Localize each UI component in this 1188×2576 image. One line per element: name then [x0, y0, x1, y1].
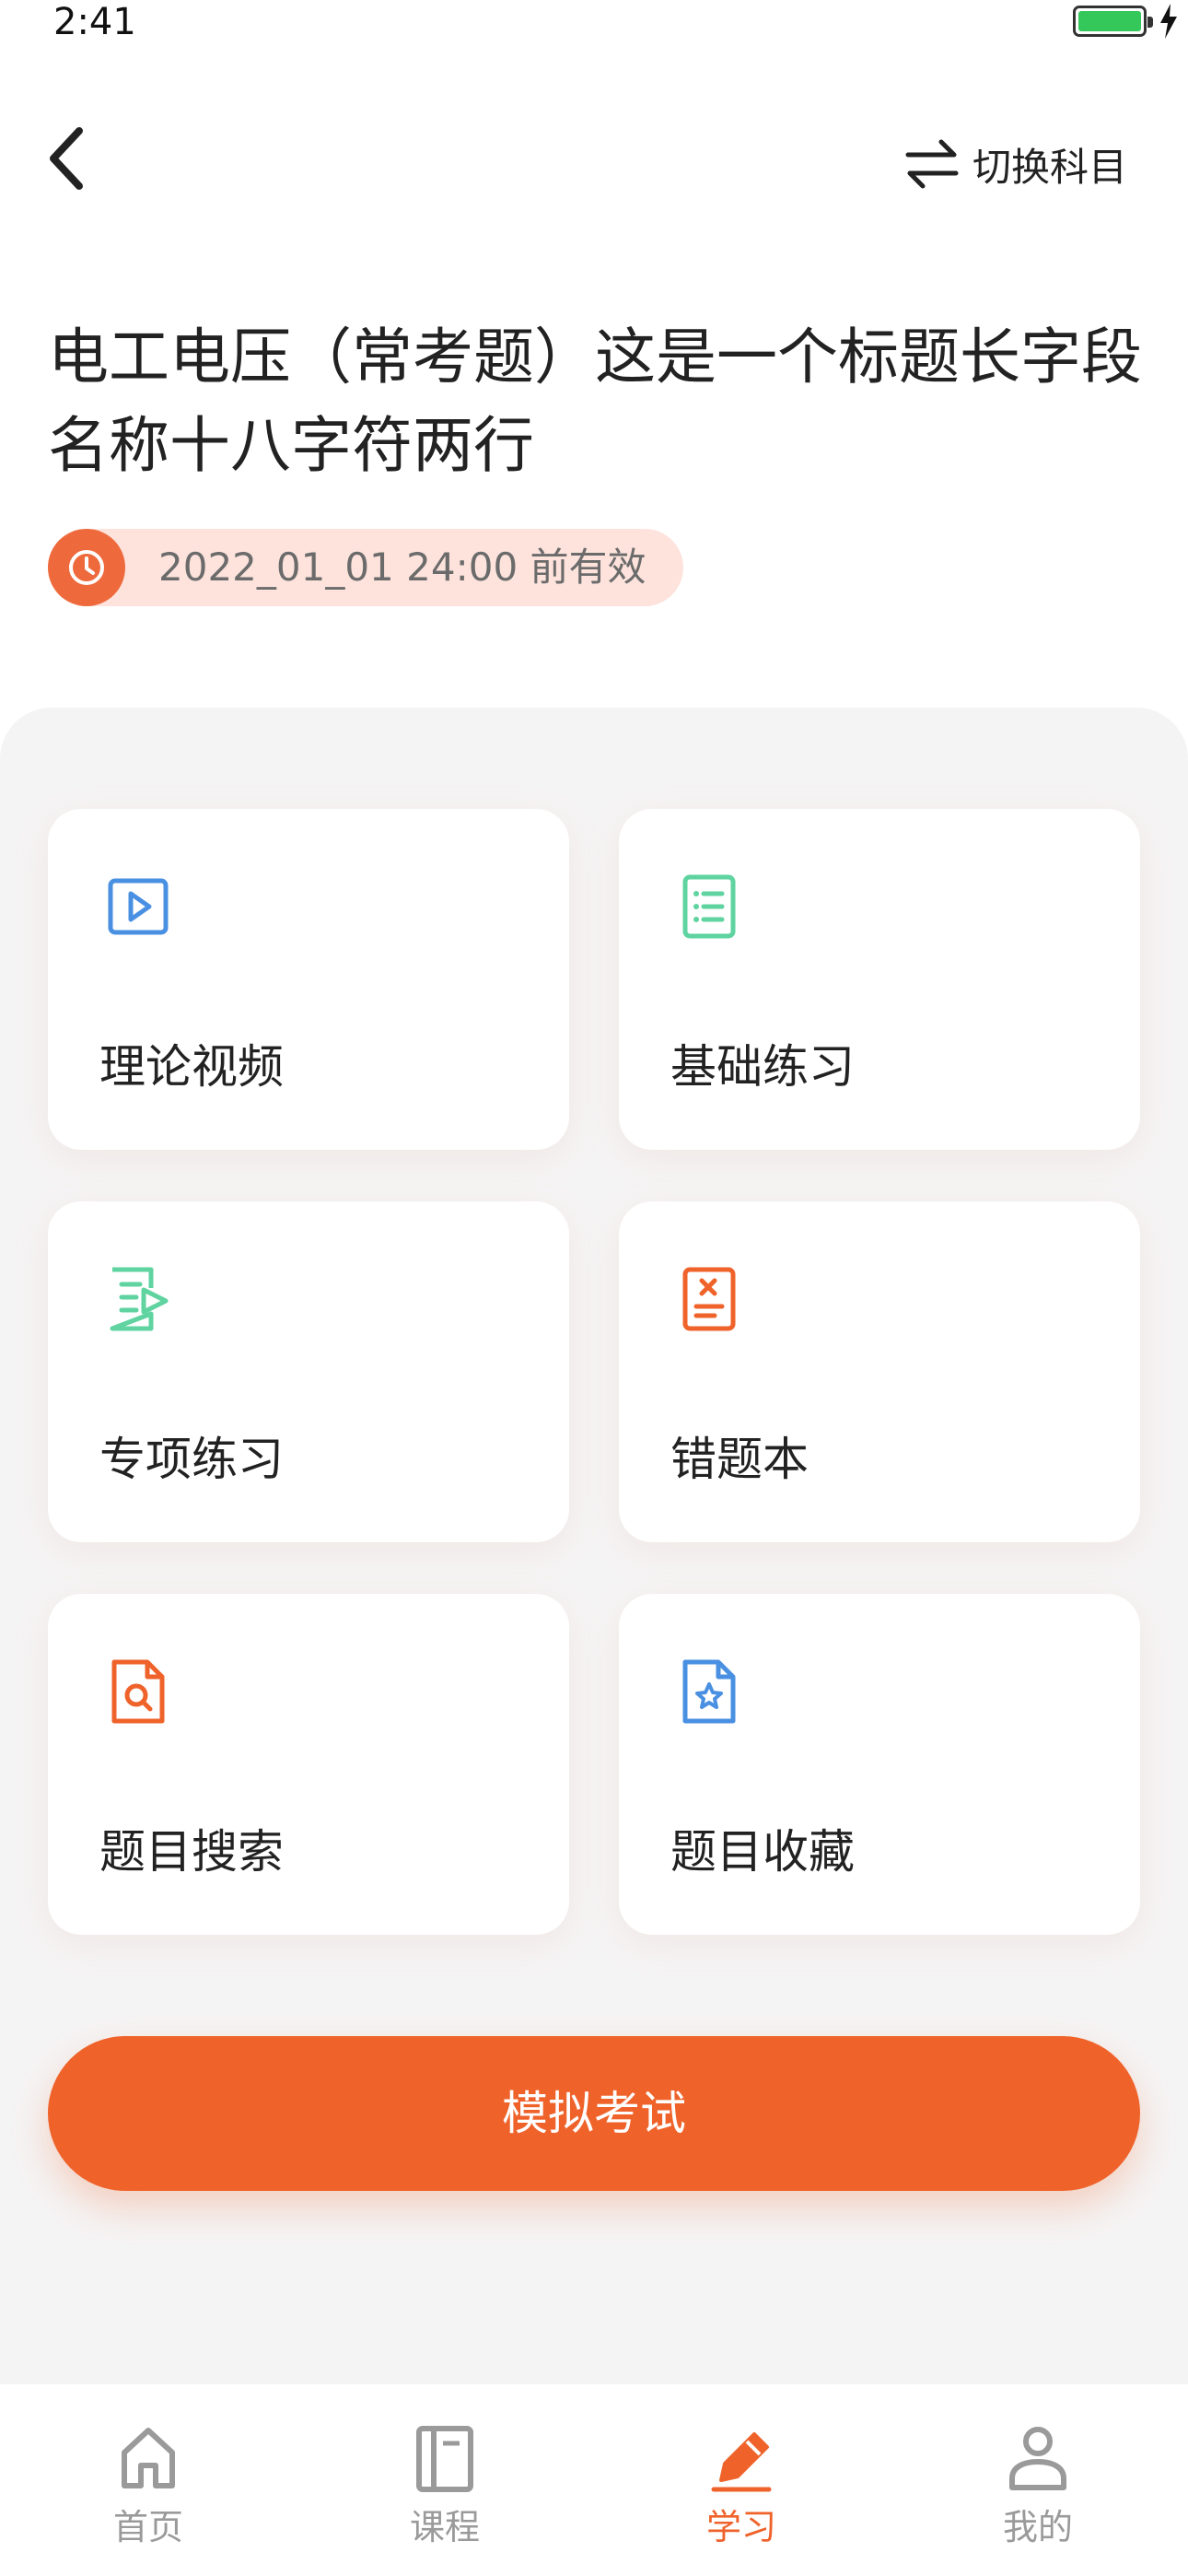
card-wrong-answers[interactable]: 错题本 [619, 1201, 1140, 1542]
list-document-icon [682, 874, 736, 939]
charging-bolt-icon [1160, 4, 1177, 39]
tab-mine[interactable]: 我的 [890, 2384, 1186, 2576]
special-practice-icon [110, 1267, 169, 1331]
pencil-icon [711, 2432, 772, 2492]
video-play-icon [108, 878, 169, 935]
card-question-search[interactable]: 题目搜索 [48, 1594, 569, 1935]
card-label: 错题本 [670, 1433, 809, 1486]
chevron-left-icon [50, 127, 83, 190]
tab-label: 课程 [409, 2507, 480, 2547]
validity-text: 2022_01_01 24:00 前有效 [158, 544, 646, 590]
document-star-icon [682, 1659, 736, 1724]
status-time: 2:41 [53, 1, 136, 43]
card-basic-practice[interactable]: 基础练习 [619, 809, 1140, 1150]
tab-course[interactable]: 课程 [297, 2384, 593, 2576]
battery-level [1078, 11, 1141, 31]
card-label: 基础练习 [670, 1040, 855, 1094]
wrong-answer-book-icon [682, 1267, 736, 1331]
swap-arrows-icon [905, 139, 959, 189]
clock-icon [48, 529, 125, 606]
document-search-icon [111, 1659, 165, 1724]
card-question-favorites[interactable]: 题目收藏 [619, 1594, 1140, 1935]
card-special-practice[interactable]: 专项练习 [48, 1201, 569, 1542]
page-title: 电工电压（常考题）这是一个标题长字段名称十八字符两行 [48, 322, 1142, 481]
card-label: 理论视频 [99, 1040, 284, 1094]
status-bar: 2:41 [0, 0, 1188, 46]
card-label: 题目搜索 [99, 1825, 284, 1879]
tab-label: 我的 [1002, 2507, 1073, 2547]
switch-subject-label: 切换科目 [973, 144, 1128, 190]
card-label: 专项练习 [99, 1433, 284, 1486]
back-button[interactable] [37, 120, 101, 193]
mock-exam-button[interactable]: 模拟考试 [48, 2036, 1140, 2191]
tab-bar: 首页 课程 学习 我的 [0, 2384, 1188, 2576]
study-page: 2:41 切换科目 电工电压（常考题）这是一个标题长字段名称十八字符两行 202… [0, 0, 1188, 2576]
course-book-icon [416, 2426, 473, 2492]
switch-subject-button[interactable]: 切换科目 [903, 129, 1151, 199]
tab-label: 首页 [112, 2507, 183, 2547]
card-theory-video[interactable]: 理论视频 [48, 809, 569, 1150]
user-icon [1009, 2427, 1066, 2490]
tab-label: 学习 [705, 2507, 776, 2547]
tab-study[interactable]: 学习 [593, 2384, 890, 2576]
card-label: 题目收藏 [670, 1825, 855, 1879]
home-icon [122, 2428, 175, 2488]
tab-home[interactable]: 首页 [0, 2384, 297, 2576]
validity-badge: 2022_01_01 24:00 前有效 [48, 529, 683, 606]
battery-icon [1073, 6, 1153, 37]
